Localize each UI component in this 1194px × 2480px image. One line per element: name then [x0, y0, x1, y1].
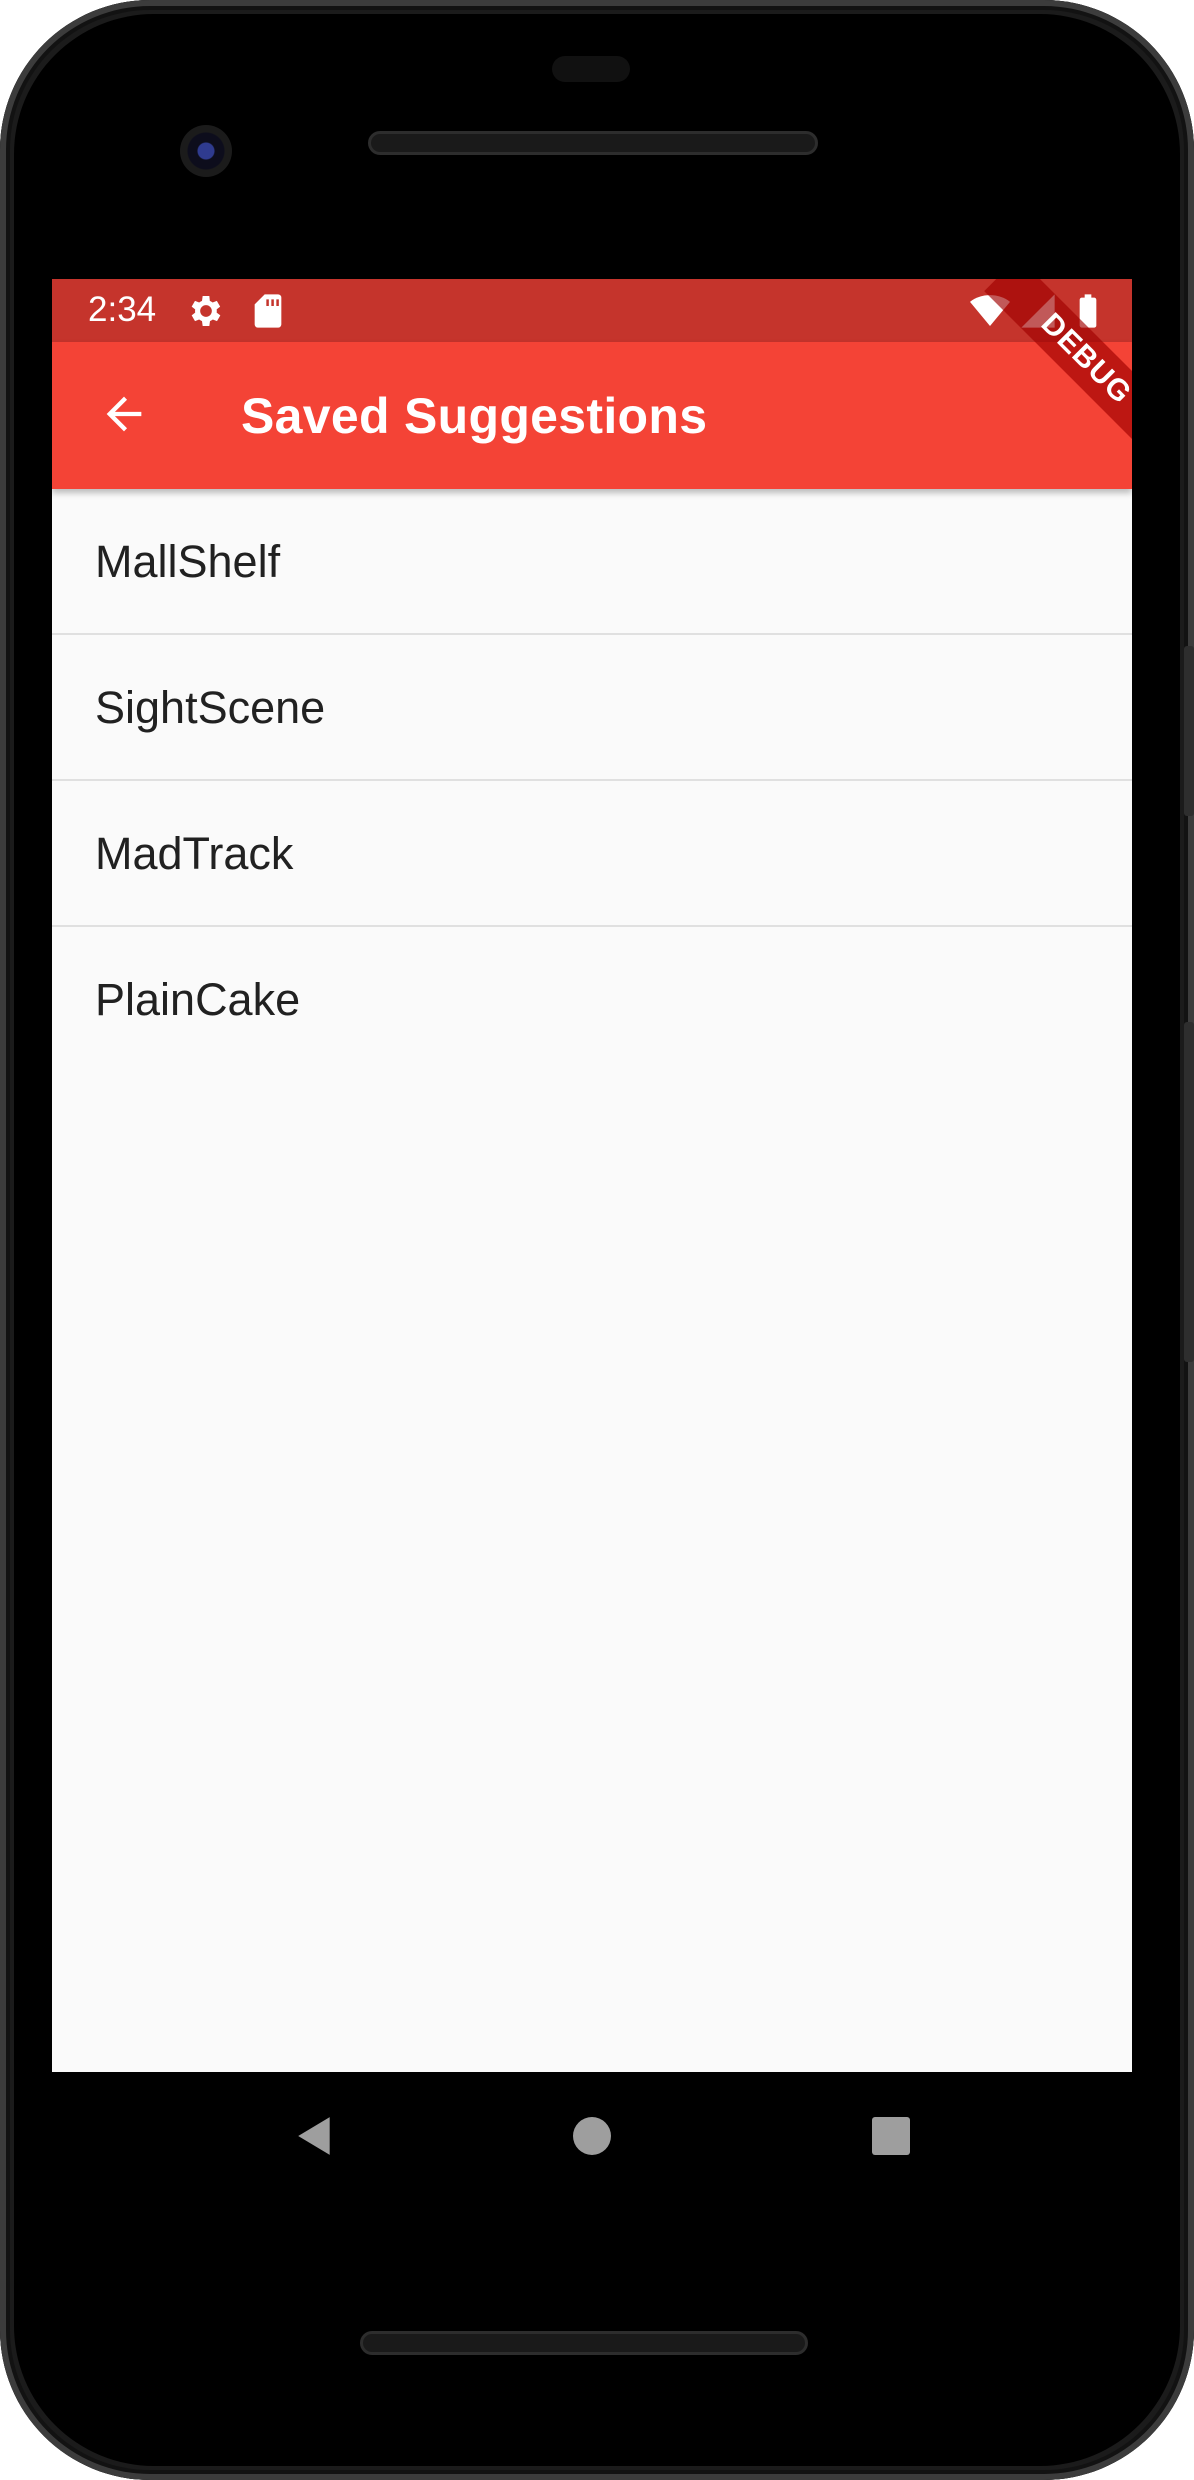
list-item[interactable]: PlainCake	[52, 927, 1132, 1073]
back-triangle-icon	[294, 2115, 336, 2162]
nav-home-button[interactable]	[564, 2110, 620, 2166]
back-button[interactable]	[92, 384, 156, 448]
earpiece-speaker	[368, 131, 818, 155]
saved-suggestions-list: MallShelf SightScene MadTrack PlainCake	[52, 489, 1132, 1073]
gear-icon	[186, 291, 226, 331]
status-time: 2:34	[88, 290, 157, 329]
bottom-speaker	[360, 2331, 808, 2355]
signal-icon	[1018, 291, 1058, 331]
power-button	[1184, 1022, 1194, 1362]
list-item[interactable]: MallShelf	[52, 489, 1132, 635]
screen: 2:34 Saved Suggestions DEBUG MallShelf S…	[52, 279, 1132, 2072]
list-item-label: MallShelf	[95, 536, 281, 587]
sd-card-icon	[248, 291, 288, 331]
list-item-label: PlainCake	[95, 974, 301, 1025]
nav-recents-button[interactable]	[863, 2110, 919, 2166]
wifi-icon	[970, 291, 1010, 331]
list-item[interactable]: MadTrack	[52, 781, 1132, 927]
page-title: Saved Suggestions	[241, 388, 708, 444]
list-item-label: SightScene	[95, 682, 326, 733]
volume-button	[1184, 646, 1194, 816]
battery-icon	[1068, 291, 1108, 331]
nav-back-button[interactable]	[287, 2110, 343, 2166]
app-bar: Saved Suggestions	[52, 342, 1132, 489]
front-camera	[180, 125, 232, 177]
list-item[interactable]: SightScene	[52, 635, 1132, 781]
recents-square-icon	[871, 2116, 911, 2161]
status-bar: 2:34	[52, 279, 1132, 342]
navigation-bar	[52, 2072, 1132, 2202]
list-item-label: MadTrack	[95, 828, 294, 879]
sensor-slot	[552, 56, 630, 82]
arrow-back-icon	[98, 388, 150, 445]
home-circle-icon	[572, 2116, 612, 2161]
